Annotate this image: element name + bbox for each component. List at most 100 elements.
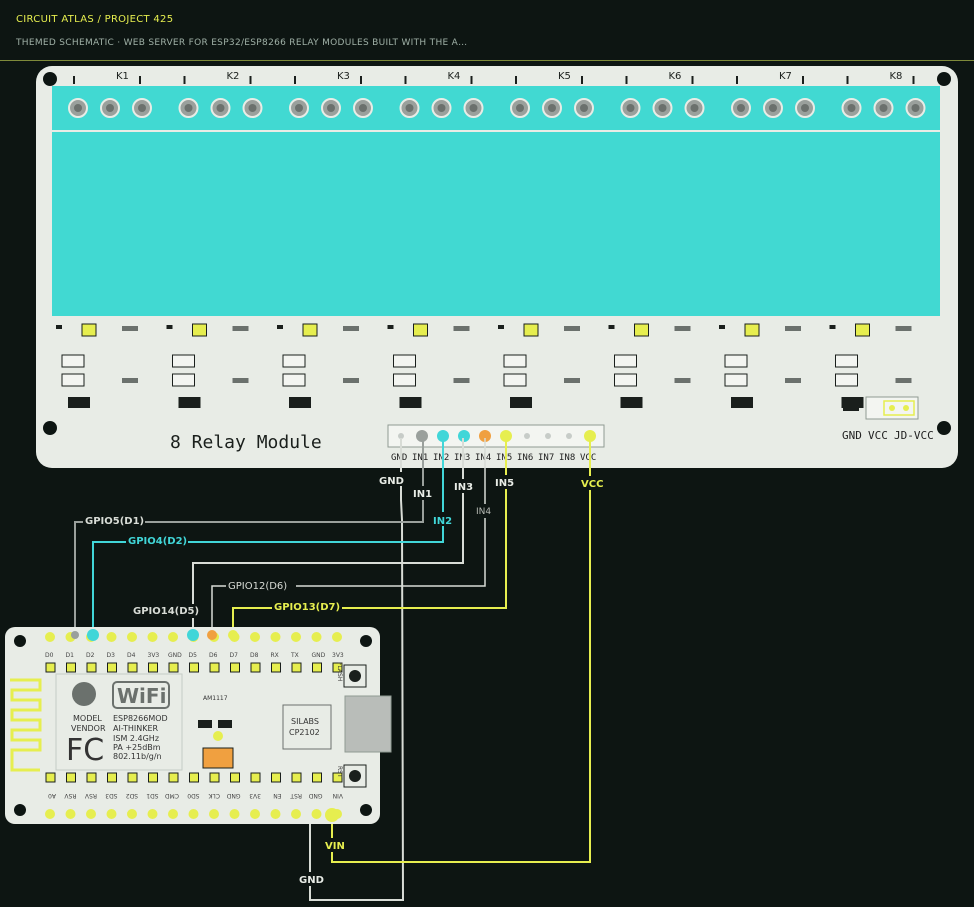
smd-part xyxy=(198,720,212,728)
screw-head xyxy=(690,104,699,112)
resistor xyxy=(614,354,637,368)
esp-bottom-pin-label: RSV xyxy=(84,792,97,799)
esp-top-smd-pad xyxy=(45,662,56,673)
header-pin-in8[interactable] xyxy=(566,433,572,439)
esp-bottom-smd-pad xyxy=(271,772,281,783)
esp-top-smd-pad xyxy=(66,662,76,673)
smd-part xyxy=(122,378,138,383)
relay-led-icon xyxy=(192,323,207,337)
smd-part xyxy=(453,378,470,383)
resistor xyxy=(393,373,416,387)
header-pin-in7[interactable] xyxy=(545,433,551,439)
esp-top-pad xyxy=(291,632,301,642)
endpoint-gpio14[interactable] xyxy=(187,629,199,641)
esp-bottom-pin-label: SD1 xyxy=(146,792,158,799)
esp-bottom-pad xyxy=(147,809,158,819)
resistor xyxy=(614,373,637,387)
mount-hole xyxy=(43,72,57,86)
esp-top-pin-label: D7 xyxy=(230,652,239,659)
esp-top-pin-label: 3V3 xyxy=(148,652,160,659)
smd-part xyxy=(564,378,580,383)
esp-top-smd-pad xyxy=(189,662,199,673)
esp-top-smd-pad xyxy=(107,662,117,673)
mount-hole xyxy=(14,804,26,816)
transistor xyxy=(620,397,643,408)
esp-top-pin-label: D2 xyxy=(86,652,95,659)
esp-top-smd-pad xyxy=(168,662,179,673)
header-pin-label: VCC xyxy=(580,453,596,463)
usb-chip xyxy=(282,704,332,750)
header-pin-in6[interactable] xyxy=(524,433,530,439)
usb-chip-label-1: SILABS xyxy=(291,717,319,726)
resistor xyxy=(172,354,195,368)
fcc-logo: FC xyxy=(66,733,104,768)
esp8266-board: D0 D1 D2 D3 D4 3V3 GND D5 D6 D7 D8 RX TX GND 3V3 A0 RSV R… xyxy=(5,627,392,824)
esp-bottom-smd-pad xyxy=(312,772,322,783)
schematic-canvas: K1 K2 K3 K4 K5 K6 K7 K8 8 Relay Module GND IN1 IN… xyxy=(5,66,958,901)
screw-head xyxy=(437,104,446,112)
smd-part xyxy=(387,325,394,329)
screw-head xyxy=(248,104,257,112)
esp-bottom-smd-pad xyxy=(148,772,158,783)
esp-bottom-pad xyxy=(250,809,260,819)
endpoint-gpio12[interactable] xyxy=(207,630,217,640)
esp-bottom-pad xyxy=(86,809,96,819)
esp-top-smd-pad xyxy=(250,662,261,673)
esp-bottom-smd-pad xyxy=(66,772,76,783)
power-pin-jdvcc: JD-VCC xyxy=(894,429,934,442)
screw-head xyxy=(106,104,114,112)
endpoint-gpio13[interactable] xyxy=(228,630,238,640)
transistor xyxy=(178,397,201,408)
usb-connector[interactable] xyxy=(344,695,392,753)
esp-top-smd-pad xyxy=(86,662,97,673)
mount-hole xyxy=(937,421,951,435)
usb-chip-label-2: CP2102 xyxy=(289,728,320,737)
screw-head xyxy=(580,104,588,112)
esp-bottom-pin-label: SD2 xyxy=(126,792,138,799)
relay-label-k7: K7 xyxy=(779,71,792,82)
esp-bottom-pad xyxy=(229,809,240,819)
endpoint-gpio5[interactable] xyxy=(71,631,79,639)
header-pin-label: IN4 xyxy=(475,453,491,463)
esp-bottom-pin-label: RST xyxy=(290,792,302,799)
esp-top-pad xyxy=(332,632,342,642)
esp-top-pad xyxy=(147,632,158,642)
smd-part xyxy=(895,326,912,331)
smd-part xyxy=(343,378,359,383)
transistor xyxy=(399,397,422,408)
endpoint-gpio4[interactable] xyxy=(87,629,99,641)
relay-label-k2: K2 xyxy=(227,71,240,82)
esp-bottom-pad xyxy=(127,809,137,819)
gpio-label-gpio12: GPIO12(D6) xyxy=(228,581,287,592)
transistor xyxy=(731,397,753,408)
screw-head xyxy=(295,104,303,112)
relay-led-icon xyxy=(302,323,318,337)
gpio-label-gpio4: GPIO4(D2) xyxy=(128,536,187,547)
esp-bottom-smd-pad xyxy=(291,772,302,783)
esp-top-pin-label: D0 xyxy=(45,652,54,659)
esp-top-smd-pad xyxy=(127,662,138,673)
esp-top-pad xyxy=(106,632,117,642)
relay-label-k8: K8 xyxy=(890,71,903,82)
esp-top-smd-pad xyxy=(230,662,240,673)
esp-top-pin-label: 3V3 xyxy=(332,652,344,659)
screw-head xyxy=(359,104,367,112)
wifi-logo: WiFi xyxy=(117,684,166,708)
smd-part xyxy=(343,326,359,331)
smd-part xyxy=(895,378,912,383)
screw-head xyxy=(911,104,920,112)
endpoint-vin[interactable] xyxy=(325,808,339,822)
esp-top-pad xyxy=(311,632,322,642)
transistor xyxy=(68,397,90,408)
esp-bottom-smd-pad xyxy=(86,772,97,783)
esp-top-pin-label: RX xyxy=(271,652,279,659)
esp-bottom-pad xyxy=(168,809,178,819)
smd-part xyxy=(785,378,801,383)
esp-bottom-pad xyxy=(311,809,322,819)
screw-head xyxy=(769,104,777,112)
esp-top-smd-pad xyxy=(312,662,322,673)
smd-part xyxy=(829,325,836,329)
esp-top-pad xyxy=(250,632,260,642)
module-text-1: ESP8266MOD xyxy=(113,714,168,723)
header-pin-label: IN6 xyxy=(517,453,533,463)
